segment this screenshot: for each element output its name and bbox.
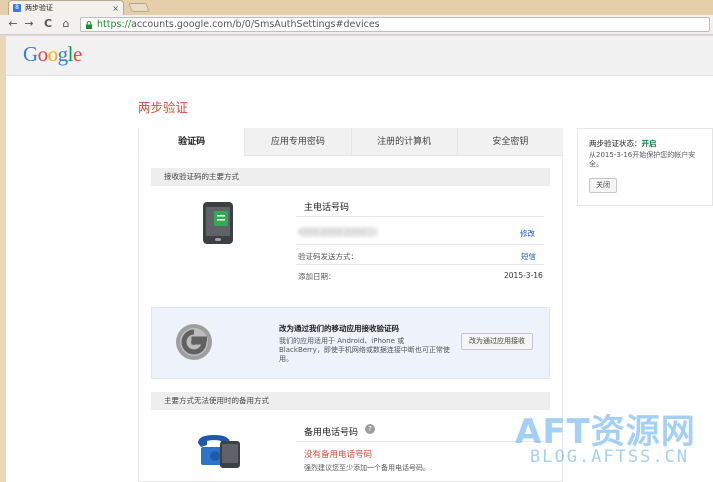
backup-section-header: 主要方式无法使用时的备用方式 xyxy=(151,392,550,410)
tab-security-keys[interactable]: 安全密钥 xyxy=(456,128,563,156)
delivery-method-link[interactable]: 短信 xyxy=(521,251,536,262)
page-title: 两步验证 xyxy=(138,100,189,115)
primary-phone-heading: 主电话号码 xyxy=(304,203,350,213)
address-bar[interactable]: https://accounts.google.com/b/0/SmsAuthS… xyxy=(80,17,710,32)
added-date-label: 添加日期： xyxy=(298,272,336,281)
new-tab-button[interactable] xyxy=(128,3,150,12)
reload-icon[interactable]: C xyxy=(41,17,55,31)
lock-icon xyxy=(86,20,92,29)
home-icon[interactable]: ⌂ xyxy=(59,17,73,31)
help-icon[interactable]: ? xyxy=(365,424,375,434)
divider xyxy=(296,244,544,245)
tab-app-passwords[interactable]: 应用专用密码 xyxy=(244,128,351,156)
divider xyxy=(296,441,544,442)
mobile-phone-icon xyxy=(203,202,233,244)
turn-off-button[interactable]: 关闭 xyxy=(589,178,617,193)
no-backup-phone-text: 没有备用电话号码 xyxy=(304,450,373,460)
promo-description: 我们的应用适用于 Android、iPhone 或 BlackBerry，即使手… xyxy=(279,337,450,363)
status-label: 两步验证状态： xyxy=(589,139,642,148)
backup-phone-icon xyxy=(198,435,240,468)
primary-section-header: 接收验证码的主要方式 xyxy=(151,168,550,186)
delivery-method-label: 验证码发送方式： xyxy=(298,252,358,261)
status-line: 两步验证状态：开启 xyxy=(589,138,657,149)
backup-phone-heading: 备用电话号码 xyxy=(304,428,359,438)
url-scheme: https:// xyxy=(97,19,132,30)
tab-registered-computers[interactable]: 注册的计算机 xyxy=(350,128,457,156)
settings-tabs: 验证码 应用专用密码 注册的计算机 安全密钥 xyxy=(138,128,563,156)
edit-phone-link[interactable]: 修改 xyxy=(520,228,535,239)
divider xyxy=(296,216,544,217)
backup-hint: 强烈建议您至少添加一个备用电话号码。 xyxy=(304,464,430,472)
browser-tab[interactable]: 8 两步验证 × xyxy=(8,0,124,15)
status-value: 开启 xyxy=(641,139,657,148)
added-date-value: 2015-3-16 xyxy=(504,271,543,280)
url-text: accounts.google.com/b/0/SmsAuthSettings#… xyxy=(131,19,380,30)
tab-close-icon[interactable]: × xyxy=(112,4,119,13)
watermark-url: BLOG.AFTSS.CN xyxy=(530,447,690,467)
watermark-title: AFT资源网 xyxy=(515,412,696,452)
google-logo[interactable]: Google xyxy=(23,42,82,67)
favicon-icon: 8 xyxy=(13,4,21,12)
status-description: 从2015-3-16开始保护您的帐户安全。 xyxy=(589,151,696,168)
back-arrow-icon[interactable]: ← xyxy=(6,17,20,31)
switch-to-app-button[interactable]: 改为通过应用接收 xyxy=(461,333,533,350)
forward-arrow-icon[interactable]: → xyxy=(22,17,36,31)
tab-verification-code[interactable]: 验证码 xyxy=(138,128,245,156)
browser-tab-title: 两步验证 xyxy=(25,4,53,12)
promo-title: 改为通过我们的移动应用接收验证码 xyxy=(279,324,399,333)
divider xyxy=(296,264,544,265)
page-left-edge xyxy=(0,36,6,482)
authenticator-logo-icon xyxy=(176,324,212,360)
masked-phone-number: •••• •••• •••• xyxy=(298,227,378,237)
google-header xyxy=(6,36,713,76)
